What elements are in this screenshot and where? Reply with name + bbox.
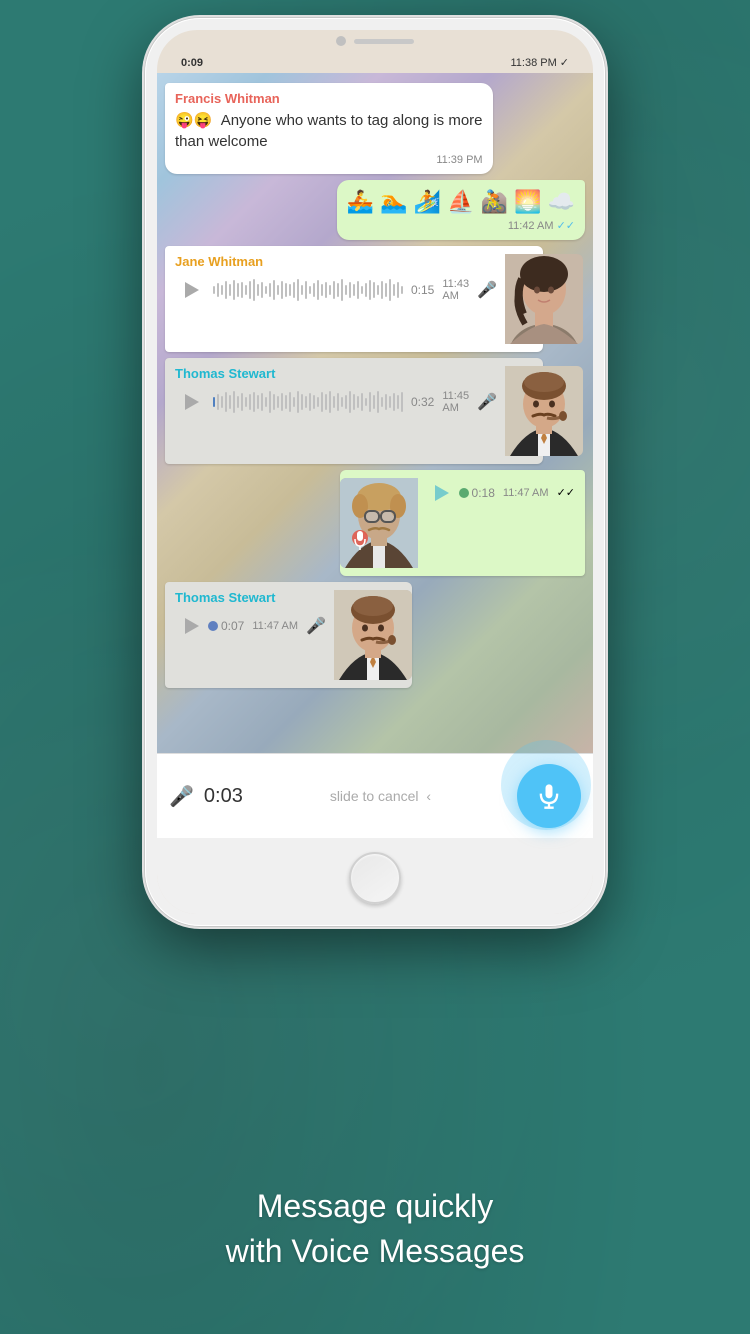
msg-meta-francis: 11:39 PM	[175, 154, 483, 166]
sent-play-btn[interactable]	[426, 478, 456, 508]
slide-to-cancel-text: slide to cancel ‹	[254, 788, 507, 804]
thomas-time-1: 11:45 AM	[442, 390, 469, 414]
jane-time: 11:43 AM	[442, 278, 469, 302]
chat-area[interactable]: Francis Whitman 😜😝 Anyone who wants to t…	[157, 73, 593, 753]
promo-text: Message quickly with Voice Messages	[0, 1184, 750, 1274]
sent-check: ✓✓	[557, 486, 575, 499]
jane-play-btn[interactable]	[175, 275, 205, 305]
sent-time: 11:47 AM	[503, 487, 549, 499]
sent-avatar-svg	[340, 478, 418, 568]
mic-button-circle[interactable]	[517, 764, 581, 828]
emoji-content: 🚣 🏊 🏄 ⛵ 🚵 🌅 ☁️	[347, 188, 575, 217]
thomas-voice-row-2[interactable]: 0:07 11:47 AM 🎤	[175, 611, 326, 641]
mic-button-large[interactable]	[517, 764, 581, 828]
sent-voice-row[interactable]: 0:18 11:47 AM ✓✓	[426, 478, 575, 508]
check-double: ✓✓	[557, 220, 575, 232]
sent-avatar	[340, 478, 418, 568]
jane-avatar	[505, 254, 583, 344]
msg-sent-emoji: 🚣 🏊 🏄 ⛵ 🚵 🌅 ☁️ 11:42 AM ✓✓	[337, 180, 585, 240]
input-bar[interactable]: 🎤 0:03 slide to cancel ‹	[157, 753, 593, 838]
thomas-avatar-2	[334, 590, 412, 680]
thomas-duration-1: 0:32	[411, 395, 434, 409]
msg-francis-text: Francis Whitman 😜😝 Anyone who wants to t…	[165, 83, 493, 174]
msg-meta-emoji: 11:42 AM ✓✓	[347, 219, 575, 232]
sender-name-thomas-1: Thomas Stewart	[175, 366, 497, 381]
sender-name-jane: Jane Whitman	[175, 254, 497, 269]
thomas-duration-2: 0:07	[221, 619, 244, 633]
thomas-avatar-svg-1	[505, 366, 583, 456]
thomas-avatar-svg-2	[334, 590, 412, 680]
recording-time: 0:03	[204, 785, 244, 808]
jane-mic-icon: 🎤	[477, 280, 497, 300]
speaker-grill	[354, 39, 414, 44]
check-icon: ✓	[560, 56, 569, 69]
cancel-arrow-icon: ‹	[426, 788, 431, 804]
sent-play-icon[interactable]	[435, 485, 449, 501]
mic-button-icon	[535, 782, 563, 810]
home-button[interactable]	[349, 852, 401, 904]
thomas-mic-icon-2: 🎤	[306, 616, 326, 636]
thomas-play-icon-2[interactable]	[185, 618, 199, 634]
sender-name-francis: Francis Whitman	[175, 91, 483, 106]
thomas-avatar-1	[505, 366, 583, 456]
msg-jane-voice[interactable]: Jane Whitman	[165, 246, 543, 352]
home-button-area	[157, 838, 593, 914]
thomas-play-btn-2[interactable]	[175, 611, 205, 641]
camera-area	[157, 30, 593, 50]
jane-duration: 0:15	[411, 283, 434, 297]
jane-voice-content: Jane Whitman	[175, 254, 505, 344]
sender-name-thomas-2: Thomas Stewart	[175, 590, 326, 605]
msg-thomas-voice-2[interactable]: Thomas Stewart 0:07 11:47 AM 🎤	[165, 582, 412, 688]
jane-play-icon[interactable]	[185, 282, 199, 298]
front-camera	[336, 36, 346, 46]
msg-sent-voice[interactable]: 0:18 11:47 AM ✓✓	[340, 470, 585, 576]
status-left: 0:09	[181, 57, 203, 69]
sent-voice-content: 0:18 11:47 AM ✓✓	[418, 478, 575, 568]
recording-mic-icon: 🎤	[169, 784, 194, 809]
sent-duration: 0:18	[472, 486, 495, 500]
status-bar: 0:09 11:38 PM ✓	[157, 50, 593, 73]
thomas-play-btn-1[interactable]	[175, 387, 205, 417]
phone-shell: 0:09 11:38 PM ✓ Francis Whitman 😜😝 Anyon…	[145, 18, 605, 926]
thomas-voice-content-1: Thomas Stewart	[175, 366, 505, 456]
jane-avatar-svg	[505, 254, 583, 344]
jane-waveform	[213, 278, 403, 302]
msg-thomas-voice-1[interactable]: Thomas Stewart	[165, 358, 543, 464]
status-right-time: 11:38 PM ✓	[511, 56, 570, 69]
thomas-time-2: 11:47 AM	[252, 620, 298, 632]
thomas-voice-row-1[interactable]: 0:32 11:45 AM 🎤	[175, 387, 497, 417]
thomas-play-icon-1[interactable]	[185, 394, 199, 410]
thomas-voice-content-2: Thomas Stewart 0:07 11:47 AM 🎤	[175, 590, 334, 680]
jane-voice-row[interactable]: 0:15 11:43 AM 🎤	[175, 275, 497, 305]
phone-wrapper: 0:09 11:38 PM ✓ Francis Whitman 😜😝 Anyon…	[145, 18, 605, 926]
phone-screen: 0:09 11:38 PM ✓ Francis Whitman 😜😝 Anyon…	[157, 30, 593, 914]
msg-text-francis: 😜😝 Anyone who wants to tag along is more…	[175, 110, 483, 152]
thomas-waveform-1	[213, 390, 403, 414]
thomas-mic-icon-1: 🎤	[477, 392, 497, 412]
